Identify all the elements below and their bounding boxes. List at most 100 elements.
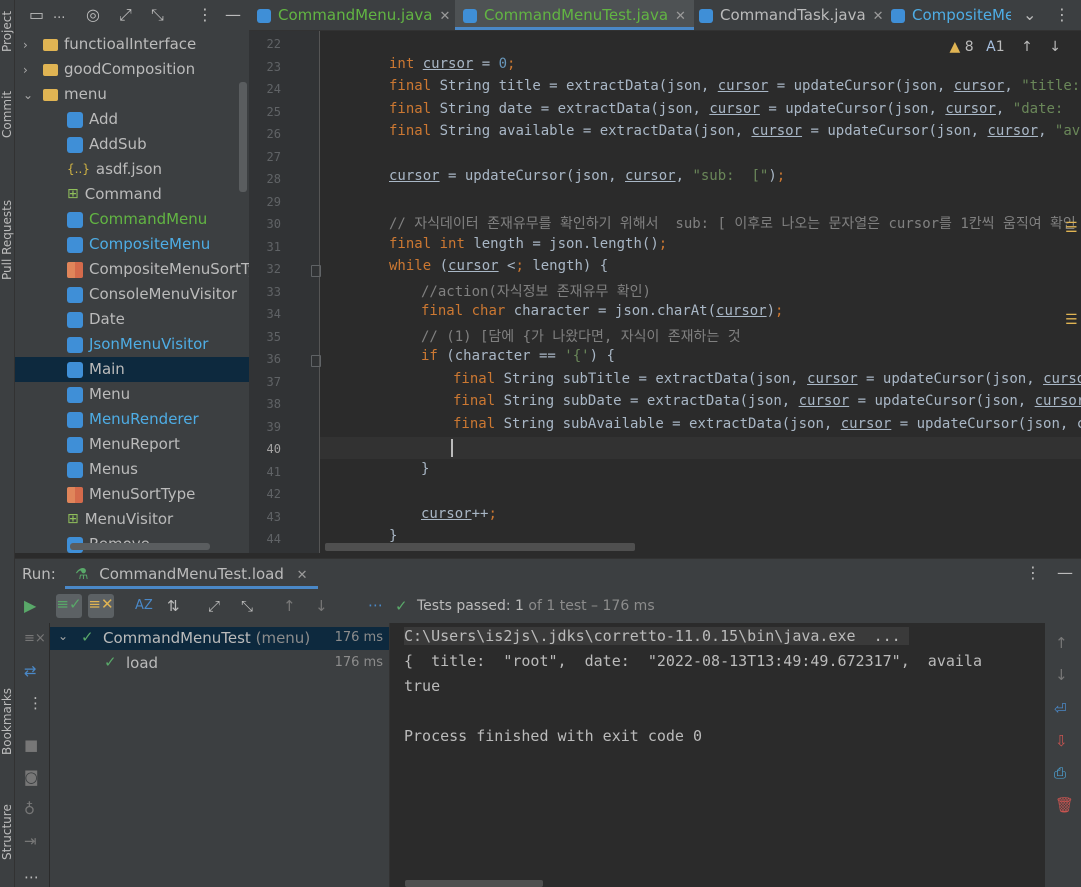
close-icon[interactable]: ✕ bbox=[873, 9, 884, 24]
java-class-icon bbox=[67, 311, 83, 328]
settings-icon[interactable]: ♁ bbox=[24, 799, 35, 819]
list-item[interactable]: ⊞ Command bbox=[15, 182, 249, 207]
print-icon[interactable]: ⎙ bbox=[1054, 763, 1066, 783]
console-output[interactable]: C:\Users\is2js\.jdks\corretto-11.0.15\bi… bbox=[390, 623, 1045, 887]
code-editor[interactable]: 22 23 24 25 26 27 28 29 30 31 32 33 34 35 36 37 38 39 40 41… bbox=[249, 31, 1081, 553]
show-ignored-icon[interactable]: ≡✕ bbox=[88, 594, 114, 618]
project-tab-label: Project bbox=[0, 10, 14, 52]
more-icon[interactable]: ⋯ bbox=[368, 595, 383, 615]
structure-tool-tab[interactable]: Structure bbox=[0, 800, 14, 880]
collapse-all-icon[interactable]: ⤡ bbox=[241, 596, 253, 616]
scroll-to-end-icon[interactable]: ⇩ bbox=[1055, 731, 1068, 751]
locate-target-icon[interactable]: ◎ bbox=[86, 4, 100, 26]
editor-horizontal-scrollbar[interactable] bbox=[325, 543, 635, 551]
chevron-right-icon[interactable]: › bbox=[23, 58, 37, 82]
close-run-icon[interactable]: ≡× bbox=[24, 629, 46, 649]
chevron-down-icon[interactable]: ⌄ bbox=[58, 629, 68, 643]
close-icon[interactable]: ✕ bbox=[675, 9, 686, 24]
close-icon[interactable]: ✕ bbox=[297, 568, 308, 583]
list-item[interactable]: Date bbox=[15, 307, 249, 332]
list-item[interactable]: CompositeMenu bbox=[15, 232, 249, 257]
fold-marker-icon[interactable] bbox=[311, 265, 321, 277]
hide-panel-icon[interactable]: — bbox=[225, 4, 241, 26]
tab-command-menu-test[interactable]: CommandMenuTest.java ✕ bbox=[455, 0, 694, 30]
project-vertical-scrollbar[interactable] bbox=[239, 82, 247, 192]
tree-folder-menu[interactable]: ⌄ menu bbox=[15, 82, 249, 107]
interface-icon: ⊞ bbox=[67, 511, 79, 527]
soft-wrap-icon[interactable]: ⏎ bbox=[1054, 699, 1067, 719]
inspection-widget[interactable]: ▲ 8 A1 ↑ ↓ bbox=[950, 39, 1061, 55]
commit-tool-tab[interactable]: Commit bbox=[0, 90, 14, 150]
next-failed-icon[interactable]: ↓ bbox=[315, 596, 328, 616]
run-toolbar: ▶ ≡✓ ≡✕ AZ ⇅ ⤢ ⤡ ↑ ↓ ⋯ ✓ Tests passed: 1… bbox=[15, 589, 1081, 623]
scroll-up-icon[interactable]: ↑ bbox=[1055, 633, 1068, 653]
list-item[interactable]: {..} asdf.json bbox=[15, 157, 249, 182]
tab-command-task[interactable]: CommandTask.java ✕ bbox=[699, 0, 884, 30]
run-options-kebab-icon[interactable]: ⋮ bbox=[1025, 563, 1041, 582]
scroll-down-icon[interactable]: ↓ bbox=[1055, 665, 1068, 685]
java-class-icon bbox=[67, 286, 83, 303]
list-item[interactable]: Menu bbox=[15, 382, 249, 407]
trash-icon[interactable]: 🗑 bbox=[1055, 795, 1074, 815]
chevron-down-icon[interactable]: ⌄ bbox=[23, 83, 37, 107]
more-actions-icon[interactable]: ⋯ bbox=[24, 867, 39, 887]
pin-tab-kebab-icon[interactable]: ⋮ bbox=[28, 693, 43, 713]
bookmarks-tool-tab[interactable]: Bookmarks bbox=[0, 685, 14, 765]
hide-run-panel-icon[interactable]: — bbox=[1057, 563, 1073, 582]
sort-alphabetically-icon[interactable]: AZ bbox=[135, 596, 153, 616]
tab-command-menu[interactable]: CommandMenu.java ✕ bbox=[257, 0, 450, 30]
list-item[interactable]: AddSub bbox=[15, 132, 249, 157]
list-item[interactable]: Menus bbox=[15, 457, 249, 482]
expand-all-icon[interactable]: ⤢ bbox=[119, 4, 132, 26]
expand-all-icon[interactable]: ⤢ bbox=[208, 596, 220, 616]
code-line-28: cursor = updateCursor(json, cursor, "sub… bbox=[389, 168, 786, 184]
warning-marker-icon[interactable]: ☰ bbox=[1065, 313, 1079, 327]
list-item[interactable]: Add bbox=[15, 107, 249, 132]
list-item[interactable]: MenuSortType bbox=[15, 482, 249, 507]
fold-marker-icon[interactable] bbox=[311, 355, 321, 367]
tree-folder-goodcomposition[interactable]: › goodComposition bbox=[15, 57, 249, 82]
tree-folder-functioalinterface[interactable]: › functioalInterface bbox=[15, 32, 249, 57]
list-item[interactable]: JsonMenuVisitor bbox=[15, 332, 249, 357]
code-line-25: final String date = extractData(json, cu… bbox=[389, 100, 1081, 117]
toggle-auto-test-icon[interactable]: ⇄ bbox=[24, 661, 37, 681]
typo-icon: A bbox=[986, 39, 996, 55]
previous-highlight-icon[interactable]: ↑ bbox=[1021, 39, 1033, 55]
tab-composite-menu[interactable]: CompositeMe bbox=[891, 0, 1011, 30]
next-highlight-icon[interactable]: ↓ bbox=[1049, 39, 1061, 55]
collapse-all-icon[interactable]: ⤡ bbox=[151, 4, 164, 26]
table-row[interactable]: ⌄ ✓ CommandMenuTest (menu) 176 ms bbox=[50, 627, 389, 650]
exit-icon[interactable]: ⇥ bbox=[24, 831, 37, 851]
sort-by-duration-icon[interactable]: ⇅ bbox=[167, 596, 180, 616]
project-view-icon[interactable]: ▭ bbox=[29, 4, 44, 26]
project-view-dropdown[interactable]: ... bbox=[53, 4, 65, 26]
stop-icon[interactable]: ■ bbox=[24, 735, 38, 755]
show-passed-icon[interactable]: ≡✓ bbox=[56, 594, 82, 618]
run-config-tab[interactable]: ⚗ CommandMenuTest.load ✕ bbox=[65, 559, 318, 589]
tab-list-chevron-icon[interactable]: ⌄ bbox=[1023, 0, 1036, 30]
close-icon[interactable]: ✕ bbox=[439, 9, 450, 24]
line-number: 38 bbox=[266, 397, 281, 411]
chevron-right-icon[interactable]: › bbox=[23, 33, 37, 57]
project-horizontal-scrollbar[interactable] bbox=[70, 543, 210, 550]
list-item[interactable]: MenuReport bbox=[15, 432, 249, 457]
previous-failed-icon[interactable]: ↑ bbox=[283, 596, 296, 616]
list-item[interactable]: ⊞ MenuVisitor bbox=[15, 507, 249, 532]
project-tool-tab[interactable]: Project bbox=[0, 2, 14, 62]
pull-requests-tool-tab[interactable]: Pull Requests bbox=[0, 180, 14, 290]
list-item[interactable]: ConsoleMenuVisitor bbox=[15, 282, 249, 307]
console-horizontal-scrollbar[interactable] bbox=[405, 880, 543, 887]
list-item[interactable]: CommandMenu bbox=[15, 207, 249, 232]
warning-marker-icon[interactable]: ☰ bbox=[1065, 221, 1079, 235]
options-kebab-icon[interactable]: ⋮ bbox=[197, 4, 213, 26]
java-class-icon bbox=[257, 8, 271, 23]
camera-icon[interactable]: ◙ bbox=[24, 767, 39, 787]
tabs-menu-kebab-icon[interactable]: ⋮ bbox=[1054, 0, 1070, 30]
list-item[interactable]: CompositeMenuSortType bbox=[15, 257, 249, 282]
list-item[interactable]: MenuRenderer bbox=[15, 407, 249, 432]
status-suffix: of 1 test – 176 ms bbox=[528, 598, 655, 614]
table-row[interactable]: ✓ load 176 ms bbox=[50, 652, 389, 675]
rerun-icon[interactable]: ▶ bbox=[24, 596, 36, 616]
list-item[interactable]: Main bbox=[15, 357, 249, 382]
code-line-43: cursor++; bbox=[421, 505, 497, 522]
